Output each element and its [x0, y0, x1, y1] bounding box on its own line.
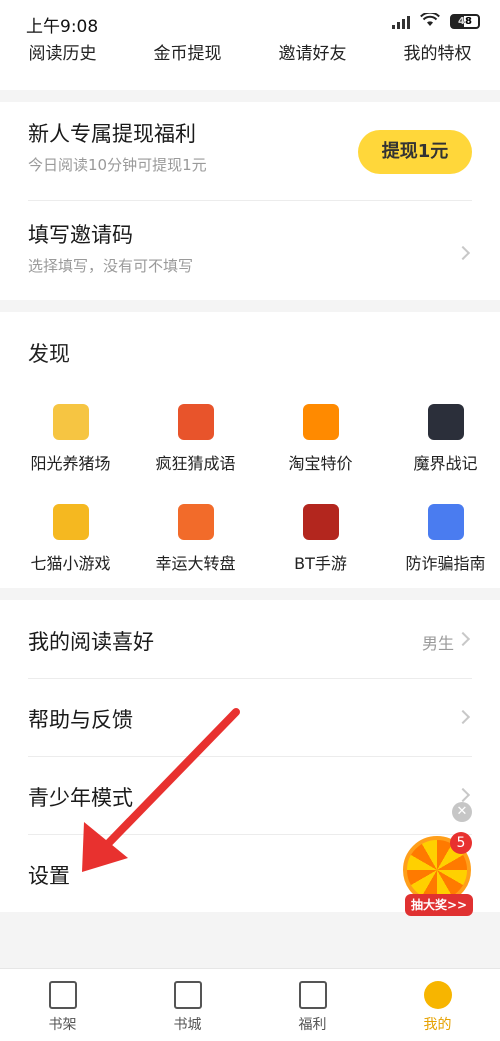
discover-item-label: 阳光养猪场 [30, 454, 111, 473]
withdraw-button[interactable]: 提现1元 [358, 130, 472, 174]
profile-icon [423, 981, 452, 1009]
gamepad-icon [52, 504, 89, 540]
nav-invite-friends[interactable]: 邀请好友 [250, 40, 375, 90]
youth-mode-label: 青少年模式 [28, 786, 133, 810]
tab-mine[interactable]: 我的 [375, 969, 500, 1041]
close-icon[interactable]: ✕ [452, 802, 472, 822]
wheel-badge: 5 [450, 832, 472, 854]
invite-code-row[interactable]: 填写邀请码 选择填写，没有可不填写 [28, 219, 472, 276]
discover-item[interactable]: 淘宝特价 [258, 404, 383, 474]
discover-item[interactable]: 魔界战记 [383, 404, 500, 474]
bookshelf-icon [48, 981, 77, 1009]
divider [28, 200, 472, 201]
signal-icon [392, 15, 410, 29]
lottery-button[interactable]: 抽大奖>> [405, 894, 473, 916]
settings-label: 设置 [28, 864, 70, 888]
tab-label: 书架 [48, 1017, 77, 1033]
discover-item-label: 防诈骗指南 [405, 554, 486, 573]
discover-item[interactable]: 疯狂猜成语 [133, 404, 258, 474]
divider [28, 756, 472, 757]
lucky-wheel-icon [177, 504, 214, 540]
discover-item-label: 七猫小游戏 [30, 554, 111, 573]
discover-item[interactable]: 幸运大转盘 [133, 504, 258, 574]
gift-icon [298, 981, 327, 1009]
nav-coin-withdraw[interactable]: 金币提现 [125, 40, 250, 90]
tab-label: 书城 [173, 1017, 202, 1033]
reading-pref-value: 男生 [421, 634, 454, 653]
discover-item[interactable]: 七猫小游戏 [8, 504, 133, 574]
discover-item-label: 魔界战记 [413, 454, 478, 473]
tab-label: 福利 [298, 1017, 327, 1033]
discover-item[interactable]: BT手游 [258, 504, 383, 574]
discover-item-label: 幸运大转盘 [155, 554, 236, 573]
discover-item-label: BT手游 [294, 554, 347, 573]
status-bar: 上午9:08 48 [0, 0, 500, 40]
tab-bookshelf[interactable]: 书架 [0, 969, 125, 1041]
divider [28, 834, 472, 835]
book-icon [173, 981, 202, 1009]
discover-item-label: 疯狂猜成语 [155, 454, 236, 473]
idiom-guess-icon [177, 404, 214, 440]
bt-game-icon [302, 504, 339, 540]
wifi-icon [420, 11, 440, 31]
invite-code-subtitle: 选择填写，没有可不填写 [28, 257, 194, 275]
discover-item-label: 淘宝特价 [288, 454, 353, 473]
demon-war-icon [427, 404, 464, 440]
battery-icon: 48 [450, 14, 480, 29]
status-icons: 48 [392, 11, 480, 31]
shield-yen-icon [427, 504, 464, 540]
discover-title: 发现 [28, 342, 70, 366]
status-time: 上午9:08 [26, 17, 99, 37]
bottom-tab-bar: 书架 书城 福利 我的 [0, 968, 500, 1041]
divider [28, 678, 472, 679]
tab-label: 我的 [423, 1017, 452, 1033]
help-label: 帮助与反馈 [28, 708, 133, 732]
discover-item[interactable]: 阳光养猪场 [8, 404, 133, 474]
nav-my-privileges[interactable]: 我的特权 [375, 40, 500, 90]
tab-bookstore[interactable]: 书城 [125, 969, 250, 1041]
taobao-coupon-icon [302, 404, 339, 440]
discover-item[interactable]: 防诈骗指南 [383, 504, 500, 574]
battery-level: 48 [458, 16, 472, 27]
reading-pref-label: 我的阅读喜好 [28, 630, 154, 654]
nav-reading-history[interactable]: 阅读历史 [0, 40, 125, 90]
invite-code-title: 填写邀请码 [28, 223, 133, 247]
top-nav: 阅读历史 金币提现 邀请好友 我的特权 [0, 40, 500, 90]
tab-welfare[interactable]: 福利 [250, 969, 375, 1041]
pig-farm-icon [52, 404, 89, 440]
